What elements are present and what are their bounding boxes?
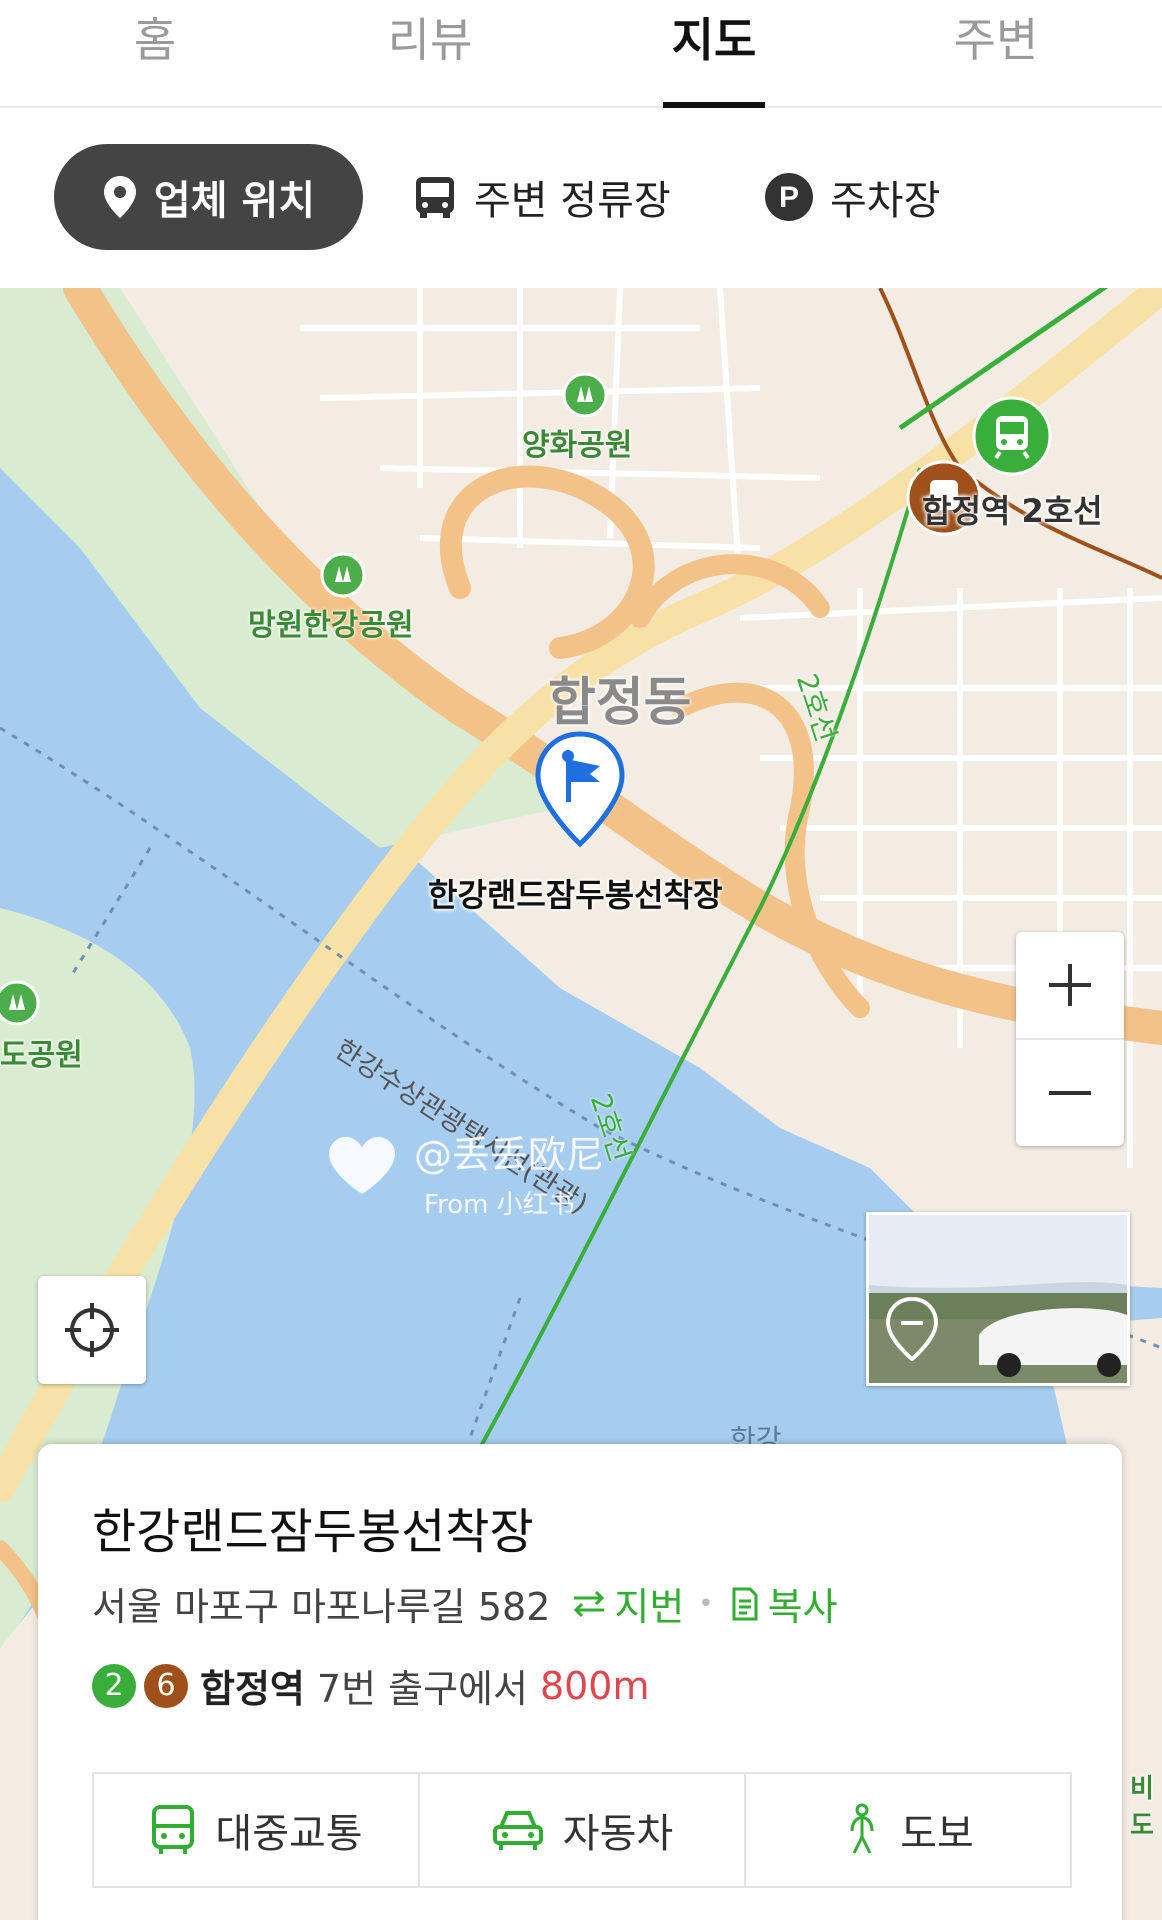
- tab-review[interactable]: 리뷰: [320, 4, 540, 70]
- plus-icon: [1049, 964, 1091, 1006]
- route-button-group: 대중교통 자동차 도보: [92, 1772, 1072, 1888]
- place-info-card: 한강랜드잠두봉선착장 서울 마포구 마포나루길 582 지번 • 복사 2 6 …: [38, 1444, 1122, 1920]
- swap-icon: [574, 1590, 605, 1617]
- map-filter-bar: 업체 위치 주변 정류장 P 주차장: [0, 108, 1162, 286]
- route-transit-button[interactable]: 대중교통: [94, 1774, 420, 1886]
- street-view-pin-icon: [885, 1296, 939, 1365]
- park-icon: [0, 980, 40, 1030]
- station-name: 합정역: [200, 1667, 305, 1711]
- watermark-heart-icon: [322, 1124, 402, 1208]
- line6-badge: 6: [144, 1663, 188, 1708]
- bus-icon: [412, 174, 458, 220]
- watermark-handle: @丢丢欧尼: [414, 1133, 605, 1177]
- pin-icon: [102, 174, 138, 220]
- map-label-place[interactable]: 한강랜드잠두봉선착장: [428, 870, 722, 916]
- place-marker-icon[interactable]: [532, 730, 628, 854]
- address-text: 서울 마포구 마포나루길 582: [92, 1585, 551, 1629]
- parking-icon: P: [764, 172, 814, 222]
- watermark-source: From 小红书: [424, 1190, 575, 1220]
- map-view[interactable]: 양화공원 망원한강공원 도공원 비도 합정동 합정역 2호선 2호선 2호선 한…: [0, 288, 1162, 1920]
- street-view-thumbnail[interactable]: [866, 1212, 1130, 1386]
- chip-parking[interactable]: P 주차장: [764, 144, 940, 250]
- tab-nearby[interactable]: 주변: [886, 4, 1106, 70]
- subway-station-icon[interactable]: [972, 396, 1052, 480]
- separator-dot: •: [698, 1588, 714, 1619]
- bus-icon: [149, 1804, 197, 1856]
- map-label-right-edge: 비도: [1130, 1774, 1154, 1841]
- chip-label: 주차장: [830, 178, 941, 224]
- zoom-control: [1016, 932, 1124, 1146]
- subway-info-row: 2 6 합정역 7번 출구에서 800m: [92, 1658, 650, 1713]
- line2-badge: 2: [92, 1663, 136, 1708]
- minus-icon: [1049, 1091, 1091, 1095]
- park-icon: [562, 372, 608, 422]
- copy-icon: [732, 1587, 758, 1620]
- tab-map[interactable]: 지도: [604, 4, 824, 70]
- my-location-button[interactable]: [38, 1276, 146, 1384]
- jibun-toggle-button[interactable]: 지번: [570, 1576, 684, 1631]
- map-label-district: 합정동: [548, 673, 692, 733]
- map-label-yanghwa-park[interactable]: 양화공원: [522, 420, 632, 464]
- address-row: 서울 마포구 마포나루길 582 지번 • 복사: [92, 1576, 838, 1631]
- copy-address-button[interactable]: 복사: [728, 1576, 838, 1631]
- map-label-mangwon-park[interactable]: 망원한강공원: [248, 600, 414, 644]
- park-icon: [320, 552, 366, 602]
- exit-text: 7번 출구에서: [316, 1667, 528, 1711]
- walk-icon: [842, 1803, 882, 1857]
- tab-home[interactable]: 홈: [45, 4, 265, 70]
- chip-business-location[interactable]: 업체 위치: [54, 144, 363, 250]
- zoom-in-button[interactable]: [1016, 932, 1124, 1038]
- zoom-out-button[interactable]: [1016, 1040, 1124, 1146]
- chip-label: 업체 위치: [153, 178, 316, 224]
- map-label-station[interactable]: 합정역 2호선: [922, 486, 1103, 532]
- route-walk-button[interactable]: 도보: [746, 1774, 1070, 1886]
- car-icon: [491, 1807, 545, 1853]
- top-tab-bar: 홈 리뷰 지도 주변: [0, 0, 1162, 108]
- chip-label: 주변 정류장: [474, 178, 671, 224]
- crosshair-icon: [65, 1303, 119, 1357]
- map-label-seonyudo-park[interactable]: 도공원: [0, 1030, 83, 1074]
- place-title: 한강랜드잠두봉선착장: [92, 1504, 534, 1560]
- chip-nearby-stops[interactable]: 주변 정류장: [412, 144, 671, 250]
- route-car-button[interactable]: 자동차: [420, 1774, 746, 1886]
- svg-text:P: P: [779, 181, 799, 214]
- distance-text: 800m: [539, 1663, 650, 1708]
